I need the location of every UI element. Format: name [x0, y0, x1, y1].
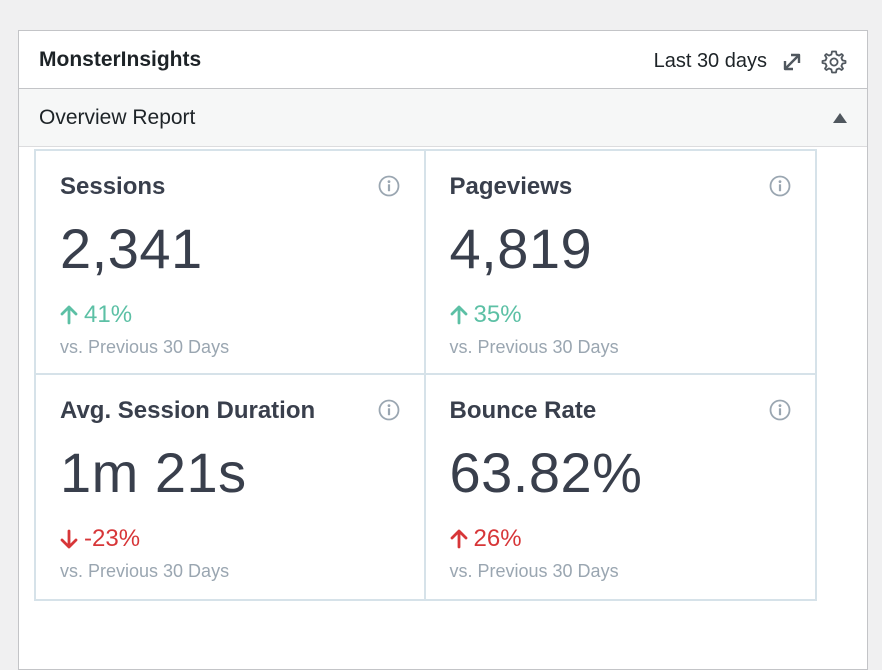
- widget-header: MonsterInsights Last 30 days: [19, 31, 867, 89]
- metric-comparison: vs. Previous 30 Days: [449, 561, 619, 581]
- metric-label: Avg. Session Duration: [60, 397, 316, 424]
- metric-value: 63.82%: [449, 441, 643, 504]
- metric-change: 41%: [60, 301, 400, 329]
- report-title: Overview Report: [39, 105, 196, 129]
- arrow-up-icon: [450, 305, 467, 325]
- date-range-label[interactable]: Last 30 days: [654, 50, 767, 73]
- triangle-up-icon[interactable]: [833, 112, 847, 123]
- metric-change-value: 41%: [84, 301, 133, 328]
- metric-change: 26%: [450, 525, 792, 553]
- info-icon[interactable]: [378, 175, 400, 197]
- metric-change: -23%: [60, 525, 400, 553]
- metric-card-avg-session-duration: Avg. Session Duration 1m 21s -23% vs. Pr…: [36, 375, 426, 599]
- metric-label: Sessions: [60, 173, 166, 200]
- widget-header-controls: Last 30 days: [654, 49, 847, 75]
- metric-change-value: 35%: [473, 301, 522, 328]
- metric-comparison: vs. Previous 30 Days: [60, 337, 230, 357]
- metric-card-bounce-rate: Bounce Rate 63.82% 26% vs. Previous 30 D…: [426, 375, 816, 599]
- info-icon[interactable]: [378, 399, 400, 421]
- widget-title: MonsterInsights: [39, 47, 202, 71]
- metric-change-value: -23%: [84, 525, 141, 552]
- gear-icon[interactable]: [821, 49, 847, 75]
- metric-comparison: vs. Previous 30 Days: [449, 337, 619, 357]
- report-subheader[interactable]: Overview Report: [19, 89, 867, 147]
- metric-label: Bounce Rate: [449, 397, 597, 424]
- arrow-up-icon: [60, 305, 78, 325]
- arrow-up-icon: [450, 529, 467, 549]
- expand-icon[interactable]: [779, 49, 805, 75]
- metric-label: Pageviews: [449, 173, 573, 200]
- metrics-grid: Sessions 2,341 41% vs. Previous 30 Days …: [34, 149, 817, 601]
- info-icon[interactable]: [769, 399, 791, 421]
- metric-change: 35%: [450, 301, 792, 329]
- metric-value: 1m 21s: [60, 441, 247, 504]
- metric-card-sessions: Sessions 2,341 41% vs. Previous 30 Days: [36, 151, 426, 375]
- info-icon[interactable]: [769, 175, 791, 197]
- metric-value: 4,819: [449, 217, 593, 280]
- metric-value: 2,341: [60, 217, 203, 280]
- metric-change-value: 26%: [473, 525, 522, 552]
- arrow-down-icon: [60, 529, 78, 549]
- metric-comparison: vs. Previous 30 Days: [60, 561, 230, 581]
- metric-card-pageviews: Pageviews 4,819 35% vs. Previous 30 Days: [425, 151, 815, 375]
